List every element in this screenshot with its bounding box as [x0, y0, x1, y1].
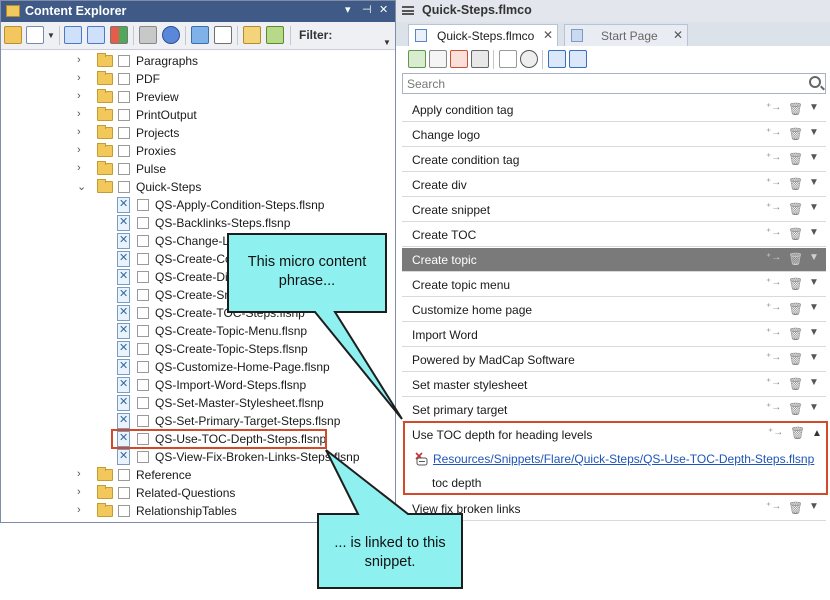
callout-layer: [227, 233, 463, 589]
bottom-callout-text: ... is linked to this snippet.: [334, 535, 446, 570]
top-callout-text: This micro content phrase...: [247, 254, 367, 289]
